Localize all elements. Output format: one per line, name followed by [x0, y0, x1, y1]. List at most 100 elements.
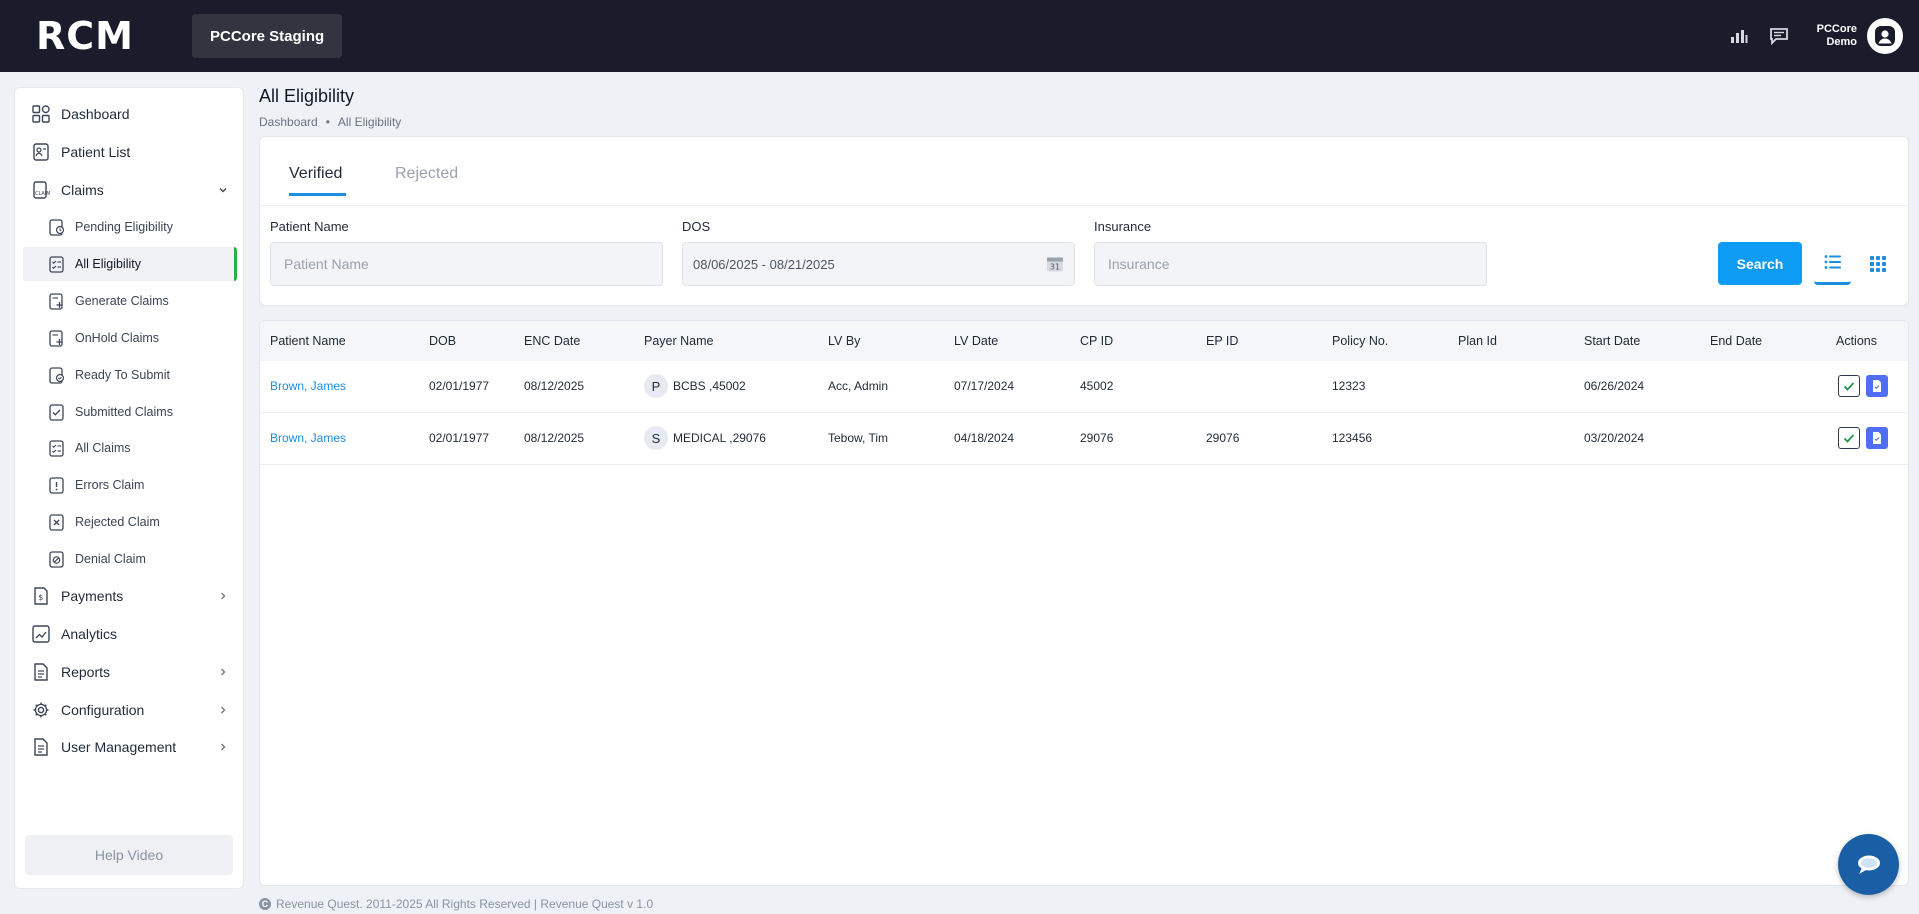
- verify-action-button[interactable]: [1838, 427, 1860, 449]
- sidebar-subitem-all-eligibility[interactable]: All Eligibility: [23, 247, 237, 281]
- ready-to-submit-icon: [49, 366, 65, 384]
- column-header[interactable]: Patient Name: [270, 334, 346, 348]
- app-logo[interactable]: RCM: [0, 0, 170, 72]
- user-management-icon: [31, 737, 51, 757]
- calendar-icon[interactable]: 31: [1046, 255, 1064, 273]
- environment-selector[interactable]: PCCore Staging: [192, 14, 343, 58]
- column-header[interactable]: ENC Date: [524, 334, 580, 348]
- rejected-claim-icon: [49, 513, 65, 531]
- column-header[interactable]: CP ID: [1080, 334, 1113, 348]
- tab-rejected[interactable]: Rejected: [395, 165, 458, 183]
- view-document-button[interactable]: [1866, 375, 1888, 397]
- sidebar-subitem-generate-claims[interactable]: Generate Claims: [23, 284, 237, 318]
- filter-panel: Verified Rejected Patient Name DOS 08/06…: [259, 136, 1909, 306]
- chat-button[interactable]: [1838, 834, 1899, 895]
- user-name[interactable]: PCCore Demo: [1817, 23, 1857, 49]
- page-title: All Eligibility: [259, 86, 355, 106]
- chevron-down-icon: [217, 184, 229, 196]
- breadcrumb: Dashboard • All Eligibility: [259, 115, 401, 129]
- message-icon[interactable]: [1767, 24, 1791, 48]
- patient-name-label: Patient Name: [270, 219, 349, 234]
- sidebar-subitem-label: Errors Claim: [75, 478, 145, 492]
- top-right-actions: PCCore Demo: [1727, 0, 1903, 72]
- sidebar-subitem-denial-claim[interactable]: Denial Claim: [23, 542, 237, 576]
- dos-date-range-input[interactable]: 08/06/2025 - 08/21/2025 31: [682, 242, 1075, 286]
- gear-icon: [31, 700, 51, 720]
- sidebar-subitem-errors-claim[interactable]: Errors Claim: [23, 468, 237, 502]
- sidebar-item-label: Reports: [61, 664, 111, 680]
- column-header[interactable]: Plan Id: [1458, 334, 1497, 348]
- breadcrumb-current: All Eligibility: [337, 115, 402, 129]
- check-icon: [1843, 382, 1855, 391]
- patient-name-link[interactable]: Brown, James: [270, 431, 346, 445]
- sidebar-subitem-rejected-claim[interactable]: Rejected Claim: [23, 505, 237, 539]
- generate-claims-icon: [49, 292, 65, 310]
- payer-name-cell: BCBS ,45002: [673, 379, 746, 393]
- search-button[interactable]: Search: [1718, 242, 1802, 285]
- check-icon: [1843, 434, 1855, 443]
- column-header[interactable]: Start Date: [1584, 334, 1640, 348]
- patient-name-input[interactable]: [270, 242, 663, 286]
- verify-action-button[interactable]: [1838, 375, 1860, 397]
- footer-text: Revenue Quest. 2011-2025 All Rights Rese…: [276, 897, 654, 911]
- column-header[interactable]: LV By: [828, 334, 860, 348]
- payments-icon: $: [31, 586, 51, 606]
- list-view-icon: [1824, 255, 1841, 269]
- column-header[interactable]: DOB: [429, 334, 456, 348]
- sidebar-item-configuration[interactable]: Configuration: [15, 693, 243, 727]
- chat-bubble-icon: [1857, 855, 1880, 874]
- help-video-button[interactable]: Help Video: [25, 835, 233, 875]
- copyright-icon: C: [259, 898, 271, 910]
- analytics-chart-icon[interactable]: [1727, 24, 1751, 48]
- lv-by-cell: Acc, Admin: [828, 379, 889, 393]
- insurance-input[interactable]: [1094, 242, 1487, 286]
- sidebar-item-label: Dashboard: [61, 106, 130, 122]
- enc-date-cell: 08/12/2025: [524, 379, 585, 393]
- ep-id-cell: 29076: [1206, 431, 1240, 445]
- sidebar-item-dashboard[interactable]: Dashboard: [15, 97, 243, 131]
- sidebar-subitem-pending-eligibility[interactable]: Pending Eligibility: [23, 210, 237, 244]
- patient-name-link[interactable]: Brown, James: [270, 379, 346, 393]
- column-header[interactable]: LV Date: [954, 334, 998, 348]
- list-view-button[interactable]: [1814, 242, 1851, 285]
- sidebar-subitem-onhold-claims[interactable]: OnHold Claims: [23, 321, 237, 355]
- column-header[interactable]: Payer Name: [644, 334, 713, 348]
- payer-name-cell: MEDICAL ,29076: [673, 431, 766, 445]
- sidebar-item-user-management[interactable]: User Management: [15, 730, 243, 764]
- start-date-cell: 06/26/2024: [1584, 379, 1645, 393]
- column-header[interactable]: Policy No.: [1332, 334, 1388, 348]
- sidebar-item-payments[interactable]: $ Payments: [15, 579, 243, 613]
- column-header[interactable]: End Date: [1710, 334, 1762, 348]
- view-document-button[interactable]: [1866, 427, 1888, 449]
- sidebar-item-claims[interactable]: CLAIM Claims: [15, 173, 243, 207]
- sidebar-item-label: User Management: [61, 739, 177, 755]
- start-date-cell: 03/20/2024: [1584, 431, 1645, 445]
- table-row: Brown, James 02/01/1977 08/12/2025 P BCB…: [260, 361, 1908, 413]
- reports-icon: [31, 662, 51, 682]
- grid-view-button[interactable]: [1859, 242, 1896, 285]
- user-name-line2: Demo: [1826, 36, 1857, 48]
- sidebar-subitem-label: Denial Claim: [75, 552, 146, 566]
- svg-text:$: $: [38, 593, 43, 602]
- calendar-day-text: 31: [1050, 262, 1060, 271]
- sidebar-subitem-ready-to-submit[interactable]: Ready To Submit: [23, 358, 237, 392]
- payer-initial-badge: P: [644, 374, 668, 398]
- denial-claim-icon: [49, 550, 65, 568]
- claims-icon: CLAIM: [31, 180, 51, 200]
- sidebar-subitem-submitted-claims[interactable]: Submitted Claims: [23, 395, 237, 429]
- sidebar-item-analytics[interactable]: Analytics: [15, 617, 243, 651]
- sidebar-item-patient-list[interactable]: Patient List: [15, 135, 243, 169]
- sidebar-subitem-all-claims[interactable]: All Claims: [23, 431, 237, 465]
- column-header[interactable]: EP ID: [1206, 334, 1238, 348]
- dos-value: 08/06/2025 - 08/21/2025: [693, 256, 835, 272]
- chevron-right-icon: [217, 590, 229, 602]
- avatar[interactable]: [1867, 18, 1903, 54]
- policy-no-cell: 123456: [1332, 431, 1373, 445]
- lv-date-cell: 07/17/2024: [954, 379, 1015, 393]
- sidebar-item-reports[interactable]: Reports: [15, 655, 243, 689]
- insurance-label: Insurance: [1094, 219, 1152, 234]
- sidebar-subitem-label: Ready To Submit: [75, 368, 170, 382]
- all-claims-icon: [49, 439, 65, 457]
- breadcrumb-dashboard[interactable]: Dashboard: [259, 115, 318, 129]
- tab-verified[interactable]: Verified: [289, 165, 342, 183]
